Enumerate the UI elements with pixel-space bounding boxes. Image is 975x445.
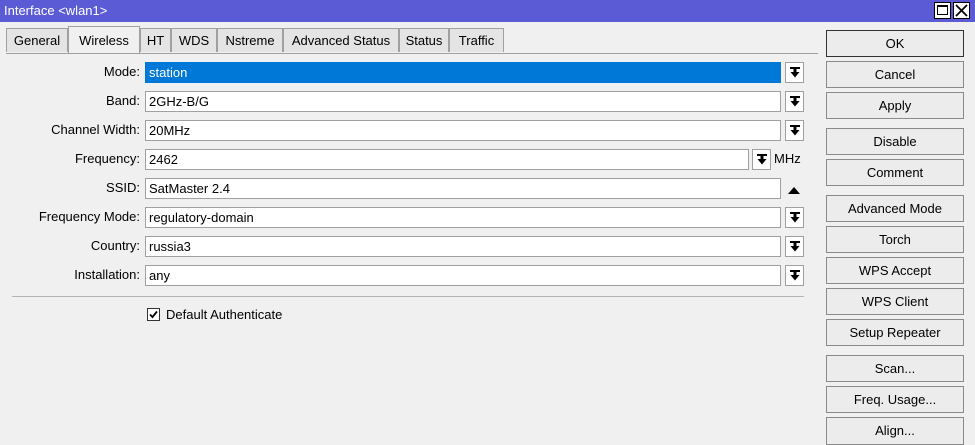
wps-accept-button[interactable]: WPS Accept [826, 257, 964, 284]
comment-button[interactable]: Comment [826, 159, 964, 186]
tab-nstreme[interactable]: Nstreme [217, 28, 283, 52]
tab-label: WDS [178, 33, 210, 48]
window-title: Interface <wlan1> [4, 3, 108, 18]
band-label: Band: [106, 93, 140, 108]
disable-button[interactable]: Disable [826, 128, 964, 155]
installation-dropdown-icon[interactable] [785, 265, 804, 286]
mode-value: station [149, 65, 188, 80]
maximize-icon[interactable] [934, 2, 951, 19]
tab-label: HT [146, 33, 165, 48]
mode-label: Mode: [103, 64, 140, 79]
band-select[interactable]: 2GHz-B/G [145, 91, 781, 112]
cancel-button[interactable]: Cancel [826, 61, 964, 88]
frequency-mode-select[interactable]: regulatory-domain [145, 207, 781, 228]
mode-dropdown-icon[interactable] [785, 62, 804, 83]
wps-client-button[interactable]: WPS Client [826, 288, 964, 315]
tab-label: Traffic [458, 33, 495, 48]
frequency-select[interactable]: 2462 [145, 149, 749, 170]
tab-advanced-status[interactable]: Advanced Status [283, 28, 399, 52]
tab-label: Advanced Status [291, 33, 391, 48]
separator [12, 296, 804, 297]
installation-value: any [149, 268, 170, 283]
band-dropdown-icon[interactable] [785, 91, 804, 112]
freq-usage-button[interactable]: Freq. Usage... [826, 386, 964, 413]
frequency-unit: MHz [774, 151, 801, 166]
default-authenticate-checkbox[interactable] [147, 308, 160, 321]
tab-label: Wireless [79, 33, 129, 48]
frequency-mode-label: Frequency Mode: [38, 209, 140, 224]
ssid-value: SatMaster 2.4 [149, 181, 230, 196]
channel-width-label: Channel Width: [51, 122, 140, 137]
country-dropdown-icon[interactable] [785, 236, 804, 257]
country-label: Country: [90, 238, 140, 253]
tab-label: General [13, 33, 61, 48]
tab-wireless[interactable]: Wireless [68, 26, 140, 53]
tab-traffic[interactable]: Traffic [449, 28, 504, 52]
tab-ht[interactable]: HT [140, 28, 171, 52]
country-select[interactable]: russia3 [145, 236, 781, 257]
apply-button[interactable]: Apply [826, 92, 964, 119]
setup-repeater-button[interactable]: Setup Repeater [826, 319, 964, 346]
align-button[interactable]: Align... [826, 417, 964, 445]
close-icon[interactable] [953, 2, 970, 19]
channel-width-select[interactable]: 20MHz [145, 120, 781, 141]
installation-select[interactable]: any [145, 265, 781, 286]
scan-button[interactable]: Scan... [826, 355, 964, 382]
collapse-triangle-up-icon[interactable] [787, 183, 801, 198]
tab-general[interactable]: General [6, 28, 68, 52]
ssid-label: SSID: [106, 180, 140, 195]
torch-button[interactable]: Torch [826, 226, 964, 253]
tab-status[interactable]: Status [399, 28, 449, 52]
advanced-mode-button[interactable]: Advanced Mode [826, 195, 964, 222]
channel-width-value: 20MHz [149, 123, 191, 138]
frequency-label: Frequency: [74, 151, 140, 166]
tab-label: Nstreme [225, 33, 275, 48]
title-bar: Interface <wlan1> [0, 0, 975, 22]
country-value: russia3 [149, 239, 191, 254]
checkmark-icon [149, 310, 158, 319]
band-value: 2GHz-B/G [149, 94, 209, 109]
installation-label: Installation: [74, 267, 140, 282]
mode-select[interactable]: station [145, 62, 781, 83]
frequency-dropdown-icon[interactable] [752, 149, 771, 170]
default-authenticate-label: Default Authenticate [166, 307, 283, 322]
tab-wds[interactable]: WDS [171, 28, 217, 52]
frequency-mode-value: regulatory-domain [149, 210, 254, 225]
frequency-value: 2462 [149, 152, 178, 167]
frequency-mode-dropdown-icon[interactable] [785, 207, 804, 228]
ok-button[interactable]: OK [826, 30, 964, 57]
tab-label: Status [405, 33, 443, 48]
channel-width-dropdown-icon[interactable] [785, 120, 804, 141]
ssid-input[interactable]: SatMaster 2.4 [145, 178, 781, 199]
